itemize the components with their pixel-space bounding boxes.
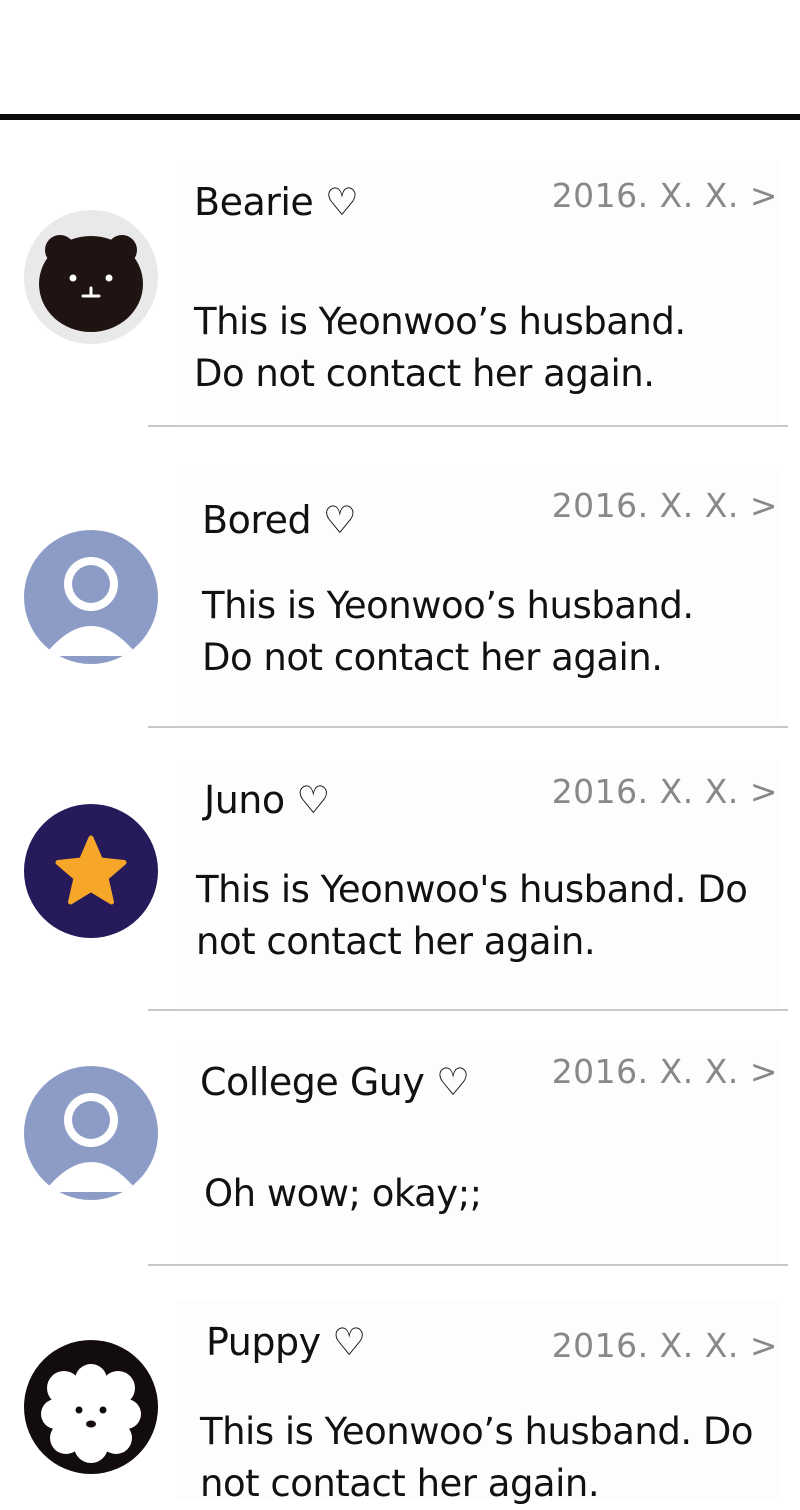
conversation-row-juno[interactable]: Juno ♡ 2016. X. X. > This is Yeonwoo's h… [0, 760, 800, 1010]
chevron-right-icon[interactable]: > [750, 772, 778, 811]
heart-icon[interactable]: ♡ [296, 778, 330, 822]
heart-icon[interactable]: ♡ [323, 498, 357, 542]
message-line: This is Yeonwoo’s husband. Do [200, 1410, 753, 1453]
conversation-row-college-guy[interactable]: College Guy ♡ 2016. X. X. > Oh wow; okay… [0, 1040, 800, 1265]
message-date: 2016. X. X. > [551, 176, 778, 215]
header-divider [0, 114, 800, 120]
message-preview: This is Yeonwoo's husband. Do not contac… [196, 864, 748, 968]
message-preview: Oh wow; okay;; [204, 1168, 482, 1220]
message-preview: This is Yeonwoo’s husband. Do not contac… [194, 296, 686, 400]
conversation-row-puppy[interactable]: Puppy ♡ 2016. X. X. > This is Yeonwoo’s … [0, 1300, 800, 1505]
heart-icon[interactable]: ♡ [436, 1060, 470, 1104]
row-divider [148, 1009, 788, 1011]
contact-name: Bearie ♡ [194, 180, 359, 224]
default-user-avatar-icon [24, 1066, 158, 1200]
message-date: 2016. X. X. > [551, 772, 778, 811]
contact-name: Juno ♡ [204, 778, 330, 822]
message-date: 2016. X. X. > [551, 486, 778, 525]
message-date: 2016. X. X. > [551, 1052, 778, 1091]
message-line: This is Yeonwoo's husband. Do [196, 868, 748, 911]
message-line: This is Yeonwoo’s husband. [202, 584, 694, 627]
message-date: 2016. X. X. > [551, 1326, 778, 1365]
message-line: Do not contact her again. [194, 352, 655, 395]
bear-avatar-icon [24, 210, 158, 344]
row-divider [148, 726, 788, 728]
chevron-right-icon[interactable]: > [750, 176, 778, 215]
puppy-avatar-icon [24, 1340, 158, 1474]
message-preview: This is Yeonwoo’s husband. Do not contac… [202, 580, 694, 684]
conversation-row-bored[interactable]: Bored ♡ 2016. X. X. > This is Yeonwoo’s … [0, 470, 800, 726]
chevron-right-icon[interactable]: > [750, 486, 778, 525]
row-divider [148, 1264, 788, 1266]
message-preview: This is Yeonwoo’s husband. Do not contac… [200, 1406, 753, 1510]
chevron-right-icon[interactable]: > [750, 1052, 778, 1091]
contact-name: Bored ♡ [202, 498, 357, 542]
message-line: Oh wow; okay;; [204, 1172, 482, 1215]
row-divider [148, 425, 788, 427]
message-line: Do not contact her again. [202, 636, 663, 679]
heart-icon[interactable]: ♡ [325, 180, 359, 224]
message-line: not contact her again. [200, 1462, 600, 1505]
chevron-right-icon[interactable]: > [750, 1326, 778, 1365]
star-avatar-icon [24, 804, 158, 938]
contact-name: Puppy ♡ [206, 1320, 366, 1364]
message-line: not contact her again. [196, 920, 596, 963]
contact-name: College Guy ♡ [200, 1060, 470, 1104]
conversation-row-bearie[interactable]: Bearie ♡ 2016. X. X. > This is Yeonwoo’s… [0, 160, 800, 426]
message-line: This is Yeonwoo’s husband. [194, 300, 686, 343]
heart-icon[interactable]: ♡ [332, 1320, 366, 1364]
default-user-avatar-icon [24, 530, 158, 664]
